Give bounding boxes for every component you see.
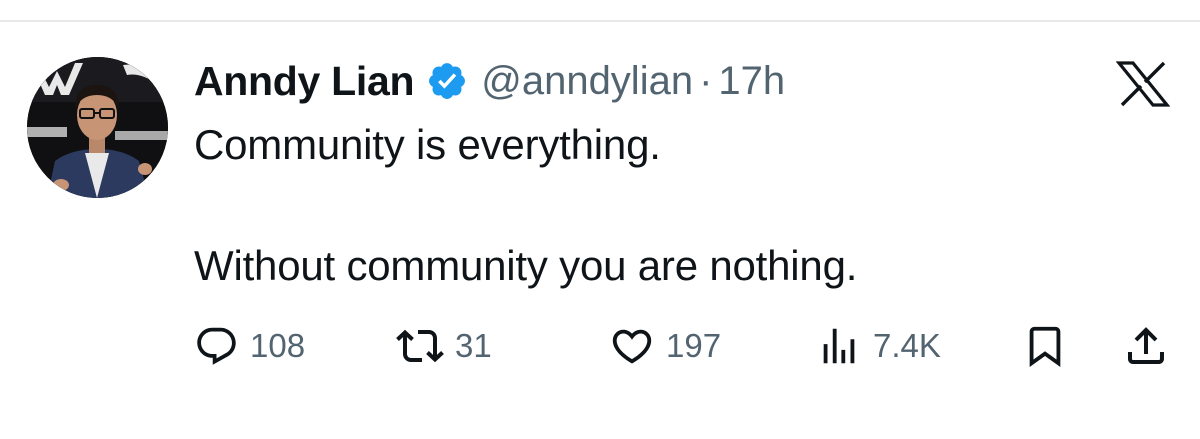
verified-badge-icon — [426, 60, 468, 102]
user-handle[interactable]: @anndylian — [481, 59, 693, 104]
separator-dot: · — [699, 58, 713, 103]
views-icon — [823, 328, 855, 364]
like-button[interactable]: 197 — [609, 318, 721, 374]
avatar[interactable] — [27, 57, 168, 198]
tweet-text-line: Without community you are nothing. — [194, 242, 858, 289]
reply-count: 108 — [250, 327, 306, 364]
timestamp[interactable]: 17h — [718, 59, 785, 104]
display-name[interactable]: Anndy Lian — [194, 58, 415, 105]
tweet-text-line: Community is everything. — [194, 121, 661, 168]
bookmark-button[interactable] — [1022, 318, 1068, 374]
tweet-header: Anndy Lian @anndylian · 17h — [194, 56, 785, 106]
action-bar: 108 31 197 7.4K — [0, 318, 1200, 374]
avatar-photo — [27, 57, 168, 198]
x-logo-icon — [1115, 61, 1171, 107]
heart-icon — [612, 329, 652, 364]
share-icon — [1128, 327, 1164, 364]
like-count: 197 — [666, 327, 722, 364]
bookmark-icon — [1029, 326, 1061, 367]
repost-count: 31 — [455, 327, 492, 364]
views-button[interactable]: 7.4K — [816, 318, 941, 374]
reply-button[interactable]: 108 — [194, 318, 305, 374]
view-count: 7.4K — [873, 327, 941, 364]
repost-icon — [396, 329, 444, 363]
share-button[interactable] — [1122, 318, 1170, 374]
repost-button[interactable]: 31 — [396, 318, 492, 374]
reply-icon — [197, 327, 236, 365]
top-divider — [0, 20, 1200, 22]
